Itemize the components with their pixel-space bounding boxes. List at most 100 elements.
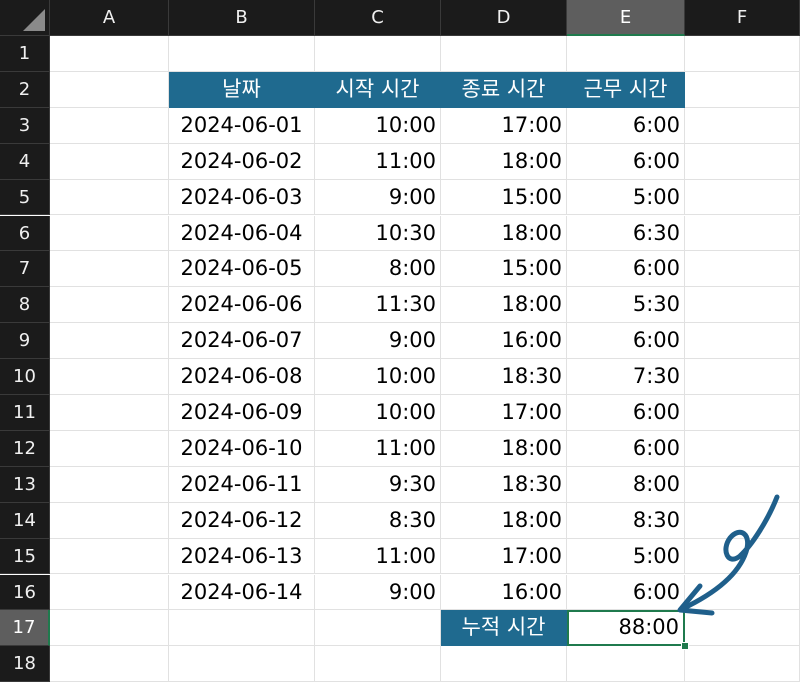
work-hours-cell[interactable]: 5:00	[567, 179, 685, 216]
grid-cell[interactable]	[685, 430, 800, 467]
date-cell[interactable]: 2024-06-11	[169, 466, 315, 503]
grid-cell[interactable]	[50, 71, 169, 108]
date-cell[interactable]: 2024-06-13	[169, 538, 315, 575]
time-cell[interactable]: 9:00	[315, 574, 441, 611]
grid-cell[interactable]	[685, 610, 800, 647]
grid-cell[interactable]	[315, 36, 441, 72]
grid-cell[interactable]	[685, 36, 800, 72]
date-cell[interactable]: 2024-06-12	[169, 502, 315, 539]
date-cell[interactable]: 2024-06-07	[169, 323, 315, 360]
work-hours-cell[interactable]: 6:00	[567, 143, 685, 180]
time-cell[interactable]: 9:30	[315, 466, 441, 503]
grid-cell[interactable]	[685, 646, 800, 682]
row-header-3[interactable]: 3	[0, 107, 50, 144]
time-cell[interactable]: 18:00	[441, 143, 567, 180]
grid-cell[interactable]	[50, 107, 169, 144]
column-header-d[interactable]: D	[441, 0, 567, 36]
work-hours-cell[interactable]: 7:30	[567, 359, 685, 395]
work-hours-cell[interactable]: 5:00	[567, 538, 685, 575]
grid-cell[interactable]	[169, 646, 315, 682]
grid-cell[interactable]	[315, 610, 441, 647]
grid-cell[interactable]	[685, 179, 800, 216]
time-cell[interactable]: 16:00	[441, 574, 567, 611]
grid-cell[interactable]	[50, 646, 169, 682]
grid-cell[interactable]	[50, 430, 169, 467]
date-cell[interactable]: 2024-06-01	[169, 107, 315, 144]
work-hours-cell[interactable]: 8:00	[567, 466, 685, 503]
fill-handle[interactable]	[681, 642, 689, 651]
total-label-cell[interactable]: 누적 시간	[441, 610, 567, 647]
grid-cell[interactable]	[685, 359, 800, 395]
grid-cell[interactable]	[50, 574, 169, 611]
grid-cell[interactable]	[50, 251, 169, 288]
date-cell[interactable]: 2024-06-14	[169, 574, 315, 611]
grid-cell[interactable]	[50, 359, 169, 395]
time-cell[interactable]: 11:00	[315, 538, 441, 575]
time-cell[interactable]: 17:00	[441, 538, 567, 575]
time-cell[interactable]: 18:00	[441, 287, 567, 324]
time-cell[interactable]: 10:30	[315, 215, 441, 252]
grid-cell[interactable]	[169, 36, 315, 72]
row-header-12[interactable]: 12	[0, 430, 50, 467]
time-cell[interactable]: 18:30	[441, 359, 567, 395]
time-cell[interactable]: 10:00	[315, 107, 441, 144]
grid-cell[interactable]	[50, 36, 169, 72]
row-header-5[interactable]: 5	[0, 179, 50, 216]
time-cell[interactable]: 18:00	[441, 502, 567, 539]
grid-cell[interactable]	[685, 323, 800, 360]
time-cell[interactable]: 16:00	[441, 323, 567, 360]
row-header-13[interactable]: 13	[0, 466, 50, 503]
time-cell[interactable]: 10:00	[315, 395, 441, 431]
time-cell[interactable]: 9:00	[315, 323, 441, 360]
row-header-7[interactable]: 7	[0, 251, 50, 288]
row-header-16[interactable]: 16	[0, 574, 50, 611]
time-cell[interactable]: 15:00	[441, 251, 567, 288]
grid-cell[interactable]	[169, 610, 315, 647]
date-cell[interactable]: 2024-06-04	[169, 215, 315, 252]
work-hours-cell[interactable]: 6:30	[567, 215, 685, 252]
grid-cell[interactable]	[567, 36, 685, 72]
row-header-1[interactable]: 1	[0, 36, 50, 72]
work-hours-cell[interactable]: 6:00	[567, 251, 685, 288]
grid-cell[interactable]	[50, 287, 169, 324]
total-value-cell[interactable]: 88:00	[567, 610, 685, 647]
grid-cell[interactable]	[685, 466, 800, 503]
date-cell[interactable]: 2024-06-09	[169, 395, 315, 431]
date-cell[interactable]: 2024-06-10	[169, 430, 315, 467]
grid-cell[interactable]	[50, 143, 169, 180]
time-cell[interactable]: 17:00	[441, 107, 567, 144]
row-header-2[interactable]: 2	[0, 71, 50, 108]
column-header-e[interactable]: E	[567, 0, 685, 36]
grid-cell[interactable]	[50, 502, 169, 539]
time-cell[interactable]: 10:00	[315, 359, 441, 395]
time-cell[interactable]: 11:00	[315, 143, 441, 180]
grid-cell[interactable]	[685, 251, 800, 288]
grid-cell[interactable]	[441, 36, 567, 72]
column-header-b[interactable]: B	[169, 0, 315, 36]
table-header-cell[interactable]: 시작 시간	[315, 71, 441, 108]
row-header-11[interactable]: 11	[0, 395, 50, 431]
date-cell[interactable]: 2024-06-03	[169, 179, 315, 216]
grid-cell[interactable]	[685, 538, 800, 575]
grid-cell[interactable]	[685, 215, 800, 252]
table-header-cell[interactable]: 날짜	[169, 71, 315, 108]
grid-cell[interactable]	[50, 466, 169, 503]
grid-cell[interactable]	[685, 143, 800, 180]
work-hours-cell[interactable]: 6:00	[567, 395, 685, 431]
grid-cell[interactable]	[685, 574, 800, 611]
date-cell[interactable]: 2024-06-05	[169, 251, 315, 288]
grid-cell[interactable]	[50, 395, 169, 431]
grid-cell[interactable]	[441, 646, 567, 682]
row-header-9[interactable]: 9	[0, 323, 50, 360]
date-cell[interactable]: 2024-06-06	[169, 287, 315, 324]
table-header-cell[interactable]: 종료 시간	[441, 71, 567, 108]
select-all-corner[interactable]	[0, 0, 50, 36]
grid-cell[interactable]	[685, 395, 800, 431]
grid-cell[interactable]	[315, 646, 441, 682]
row-header-15[interactable]: 15	[0, 538, 50, 575]
column-header-c[interactable]: C	[315, 0, 441, 36]
time-cell[interactable]: 9:00	[315, 179, 441, 216]
work-hours-cell[interactable]: 8:30	[567, 502, 685, 539]
row-header-18[interactable]: 18	[0, 646, 50, 682]
grid-cell[interactable]	[685, 71, 800, 108]
